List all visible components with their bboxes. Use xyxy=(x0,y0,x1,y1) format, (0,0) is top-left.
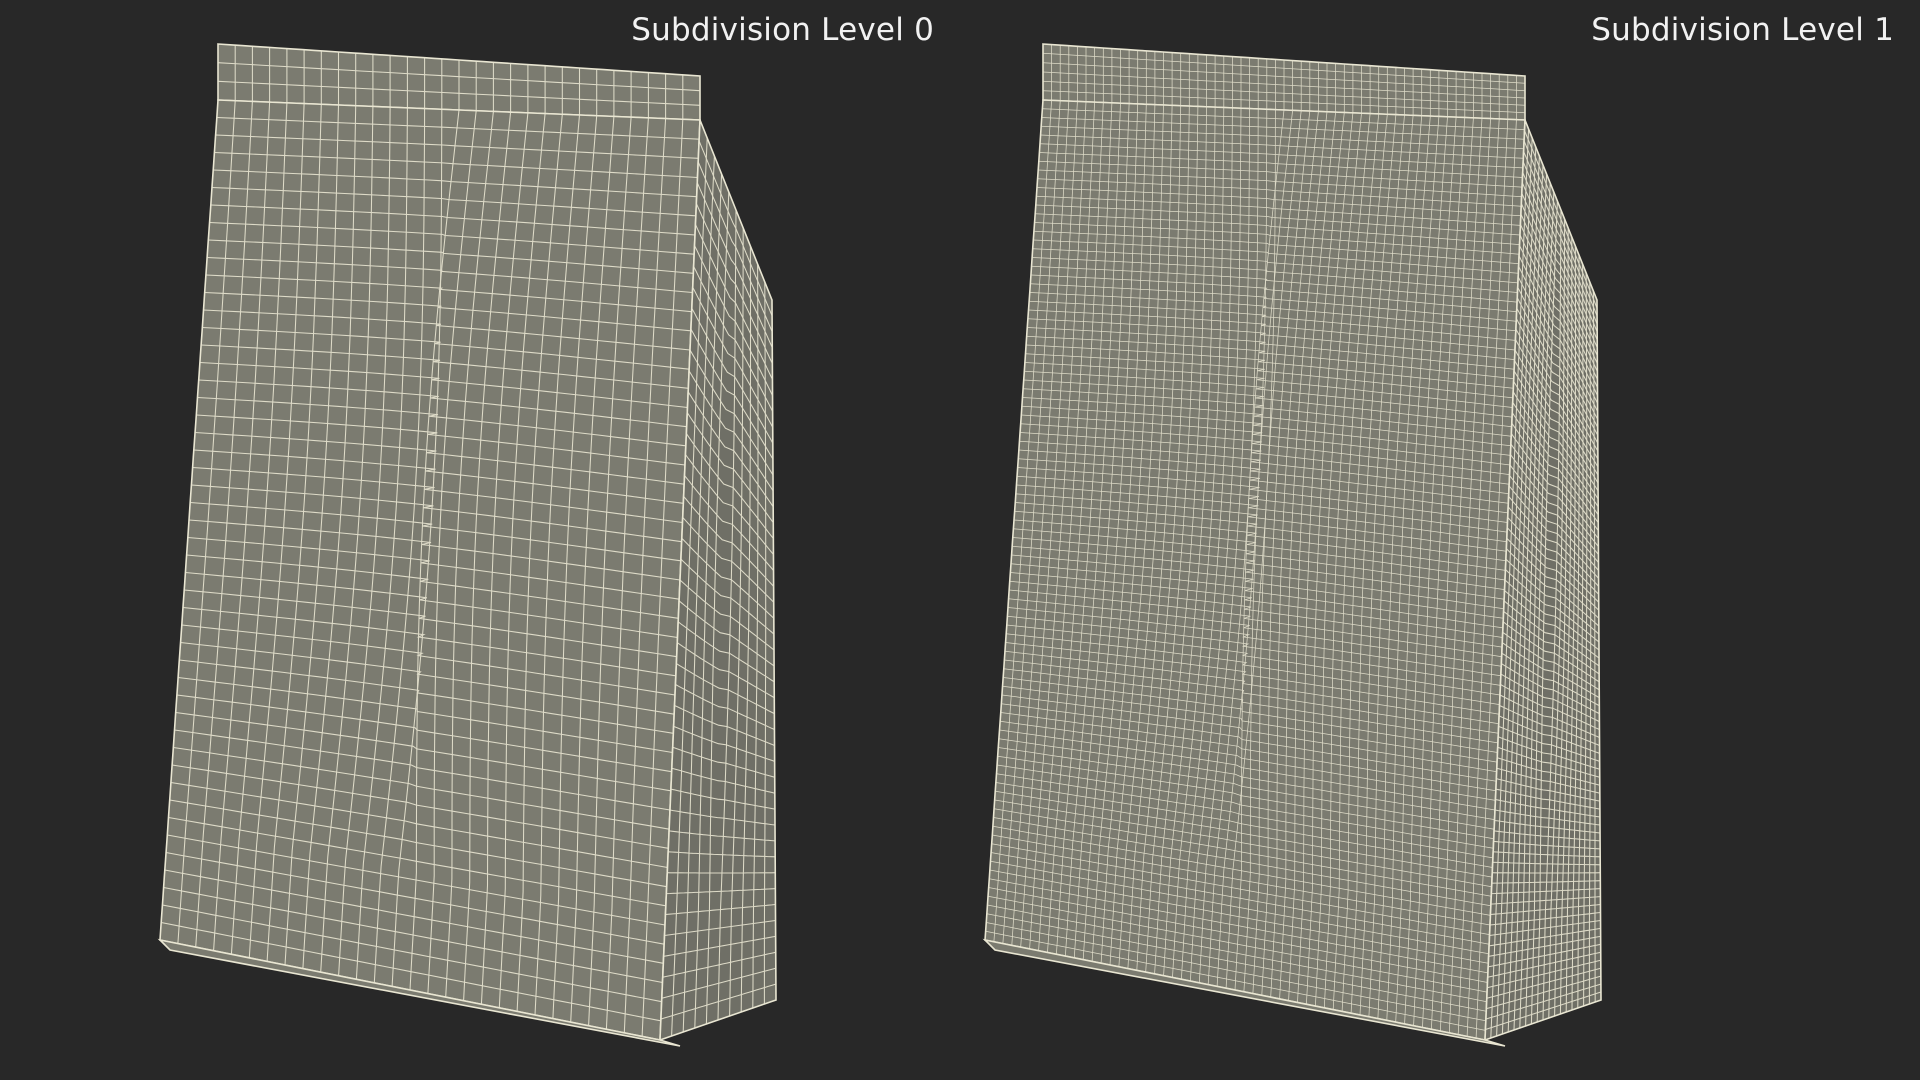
view-label-level-0: Subdivision Level 0 xyxy=(631,12,934,48)
wireframe-scene xyxy=(157,43,1602,1047)
front-panel-surface xyxy=(159,99,701,1041)
pouch-mesh-level-1 xyxy=(982,43,1602,1047)
front-panel-surface xyxy=(984,99,1526,1041)
render-viewport: Subdivision Level 0 Subdivision Level 1 xyxy=(0,0,1920,1080)
view-label-level-1: Subdivision Level 1 xyxy=(1591,12,1894,48)
pouch-mesh-level-0 xyxy=(157,43,777,1047)
